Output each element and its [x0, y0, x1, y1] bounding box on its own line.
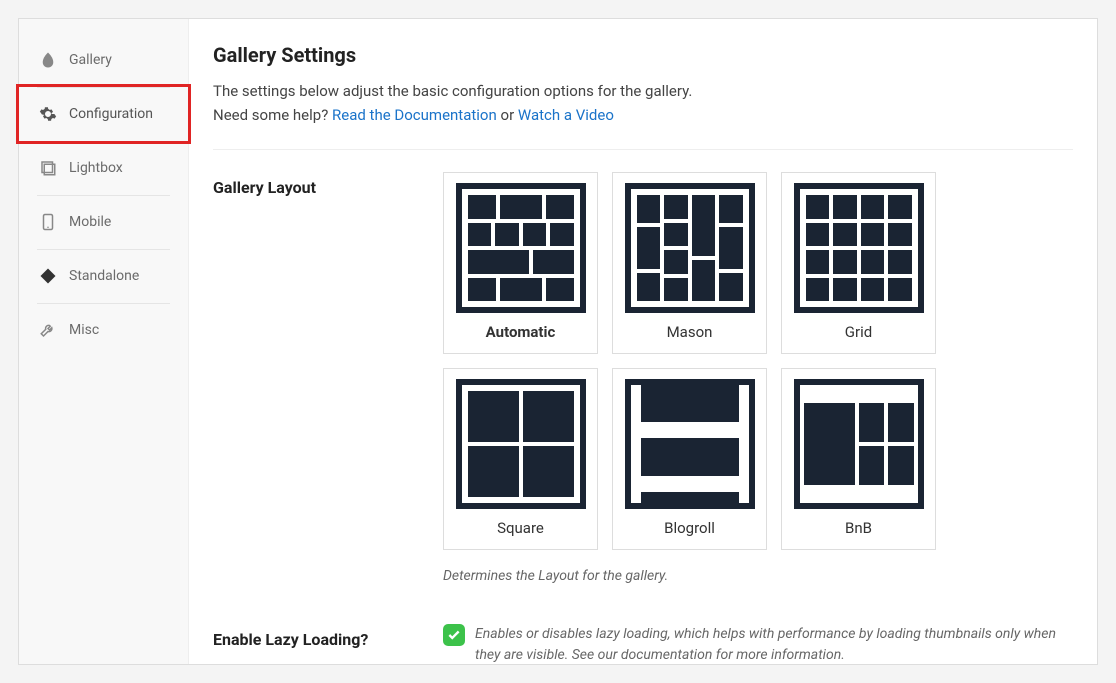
- help-prefix: Need some help?: [213, 106, 332, 124]
- settings-sidebar: Gallery Configuration Lightbox Mobile: [19, 19, 189, 664]
- sidebar-item-label: Misc: [69, 322, 99, 338]
- settings-main: Gallery Settings The settings below adju…: [189, 19, 1097, 664]
- layout-thumb-automatic: [456, 183, 586, 313]
- sidebar-item-label: Mobile: [69, 214, 111, 230]
- layout-option-label: Blogroll: [664, 519, 715, 537]
- leaf-icon: [39, 51, 61, 69]
- gear-icon: [39, 105, 61, 123]
- sidebar-item-label: Lightbox: [69, 160, 123, 176]
- sidebar-item-label: Configuration: [69, 106, 153, 122]
- divider: [213, 149, 1073, 150]
- layout-option-blogroll[interactable]: Blogroll: [612, 368, 767, 550]
- lazy-loading-desc: Enables or disables lazy loading, which …: [475, 624, 1073, 664]
- layout-option-label: Automatic: [486, 323, 556, 341]
- sidebar-item-label: Standalone: [69, 268, 139, 284]
- check-icon: [447, 628, 461, 642]
- layout-thumb-mason: [625, 183, 755, 313]
- phone-icon: [39, 213, 61, 231]
- layout-option-bnb[interactable]: BnB: [781, 368, 936, 550]
- sidebar-item-mobile[interactable]: Mobile: [19, 195, 188, 249]
- wrench-icon: [39, 321, 61, 339]
- sidebar-item-misc[interactable]: Misc: [19, 303, 188, 357]
- lazy-loading-label: Enable Lazy Loading?: [213, 624, 423, 649]
- watch-video-link[interactable]: Watch a Video: [518, 106, 614, 124]
- sidebar-item-label: Gallery: [69, 52, 112, 68]
- read-documentation-link[interactable]: Read the Documentation: [332, 106, 497, 124]
- sidebar-item-lightbox[interactable]: Lightbox: [19, 141, 188, 195]
- settings-header: Gallery Settings The settings below adju…: [213, 43, 1073, 127]
- layout-thumb-grid: [794, 183, 924, 313]
- layout-thumb-bnb: [794, 379, 924, 509]
- layout-option-label: Mason: [667, 323, 713, 341]
- lazy-loading-checkbox[interactable]: [443, 624, 465, 646]
- layout-thumb-blogroll: [625, 379, 755, 509]
- layout-option-label: BnB: [845, 519, 872, 537]
- layers-icon: [39, 159, 61, 177]
- layout-option-label: Square: [497, 519, 544, 537]
- header-desc: The settings below adjust the basic conf…: [213, 82, 692, 100]
- layout-option-mason[interactable]: Mason: [612, 172, 767, 354]
- layout-option-label: Grid: [845, 323, 872, 341]
- layout-option-square[interactable]: Square: [443, 368, 598, 550]
- gallery-layout-help: Determines the Layout for the gallery.: [443, 568, 1073, 584]
- layout-options: Automatic Mason: [443, 172, 1073, 550]
- sidebar-item-configuration[interactable]: Configuration: [16, 84, 191, 144]
- help-mid: or: [501, 106, 518, 124]
- layout-option-automatic[interactable]: Automatic: [443, 172, 598, 354]
- sidebar-item-standalone[interactable]: Standalone: [19, 249, 188, 303]
- sidebar-item-gallery[interactable]: Gallery: [19, 33, 188, 87]
- gallery-layout-label: Gallery Layout: [213, 172, 423, 197]
- layout-option-grid[interactable]: Grid: [781, 172, 936, 354]
- page-title: Gallery Settings: [213, 43, 1073, 67]
- diamond-icon: [39, 267, 61, 285]
- layout-thumb-square: [456, 379, 586, 509]
